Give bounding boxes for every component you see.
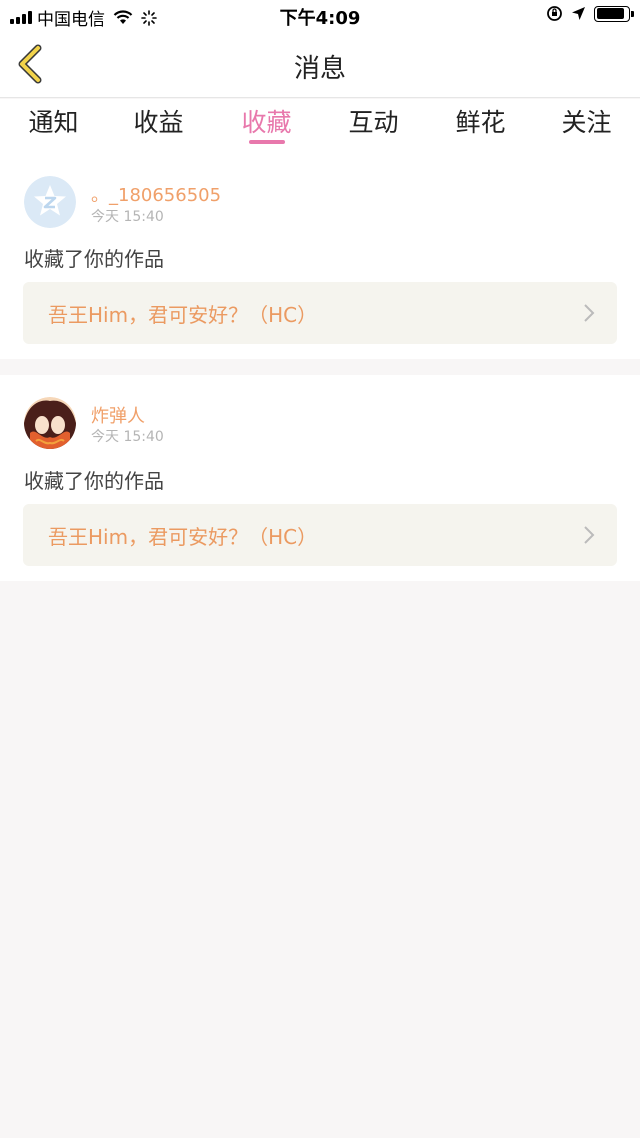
timestamp: 今天 15:40 [91,209,164,225]
battery-icon [594,5,634,22]
default-avatar-icon [24,176,76,228]
username[interactable]: 。_180656505 [91,181,221,207]
status-time: 下午4:09 [279,8,361,29]
anime-avatar-icon [24,397,76,449]
avatar[interactable] [24,176,76,228]
tab-bar: 通知 收益 收藏 互动 鲜花 关注 [0,99,640,155]
action-text: 收藏了你的作品 [24,247,164,271]
message-card: 炸弹人 今天 15:40 收藏了你的作品 吾王Him，君可安好？（HC） [0,375,640,581]
chevron-right-icon [584,304,595,322]
tab-following[interactable]: 关注 [533,103,640,139]
battery-fill [596,8,625,19]
username[interactable]: 炸弹人 [91,402,145,428]
tab-flowers[interactable]: 鲜花 [427,103,534,139]
chevron-right-icon [584,526,595,544]
status-bar: 中国电信 下午4:09 [0,0,640,30]
location-icon [572,7,585,20]
tab-interactions[interactable]: 互动 [320,103,427,139]
tab-notifications[interactable]: 通知 [0,103,107,139]
work-link[interactable]: 吾王Him，君可安好？（HC） [23,504,617,566]
page-title: 消息 [293,54,346,84]
nav-bar: 消息 [0,30,640,98]
action-text: 收藏了你的作品 [24,469,164,493]
tab-favorites[interactable]: 收藏 [213,103,320,139]
work-title: 吾王Him，君可安好？（HC） [48,303,318,327]
orientation-lock-icon [547,6,562,21]
status-right [546,5,634,22]
active-tab-indicator [249,140,285,144]
work-link[interactable]: 吾王Him，君可安好？（HC） [23,282,617,344]
timestamp: 今天 15:40 [91,429,164,445]
tab-earnings[interactable]: 收益 [105,103,212,139]
avatar[interactable] [24,397,76,449]
message-card: 。_180656505 今天 15:40 收藏了你的作品 吾王Him，君可安好？… [0,155,640,359]
work-title: 吾王Him，君可安好？（HC） [48,525,318,549]
